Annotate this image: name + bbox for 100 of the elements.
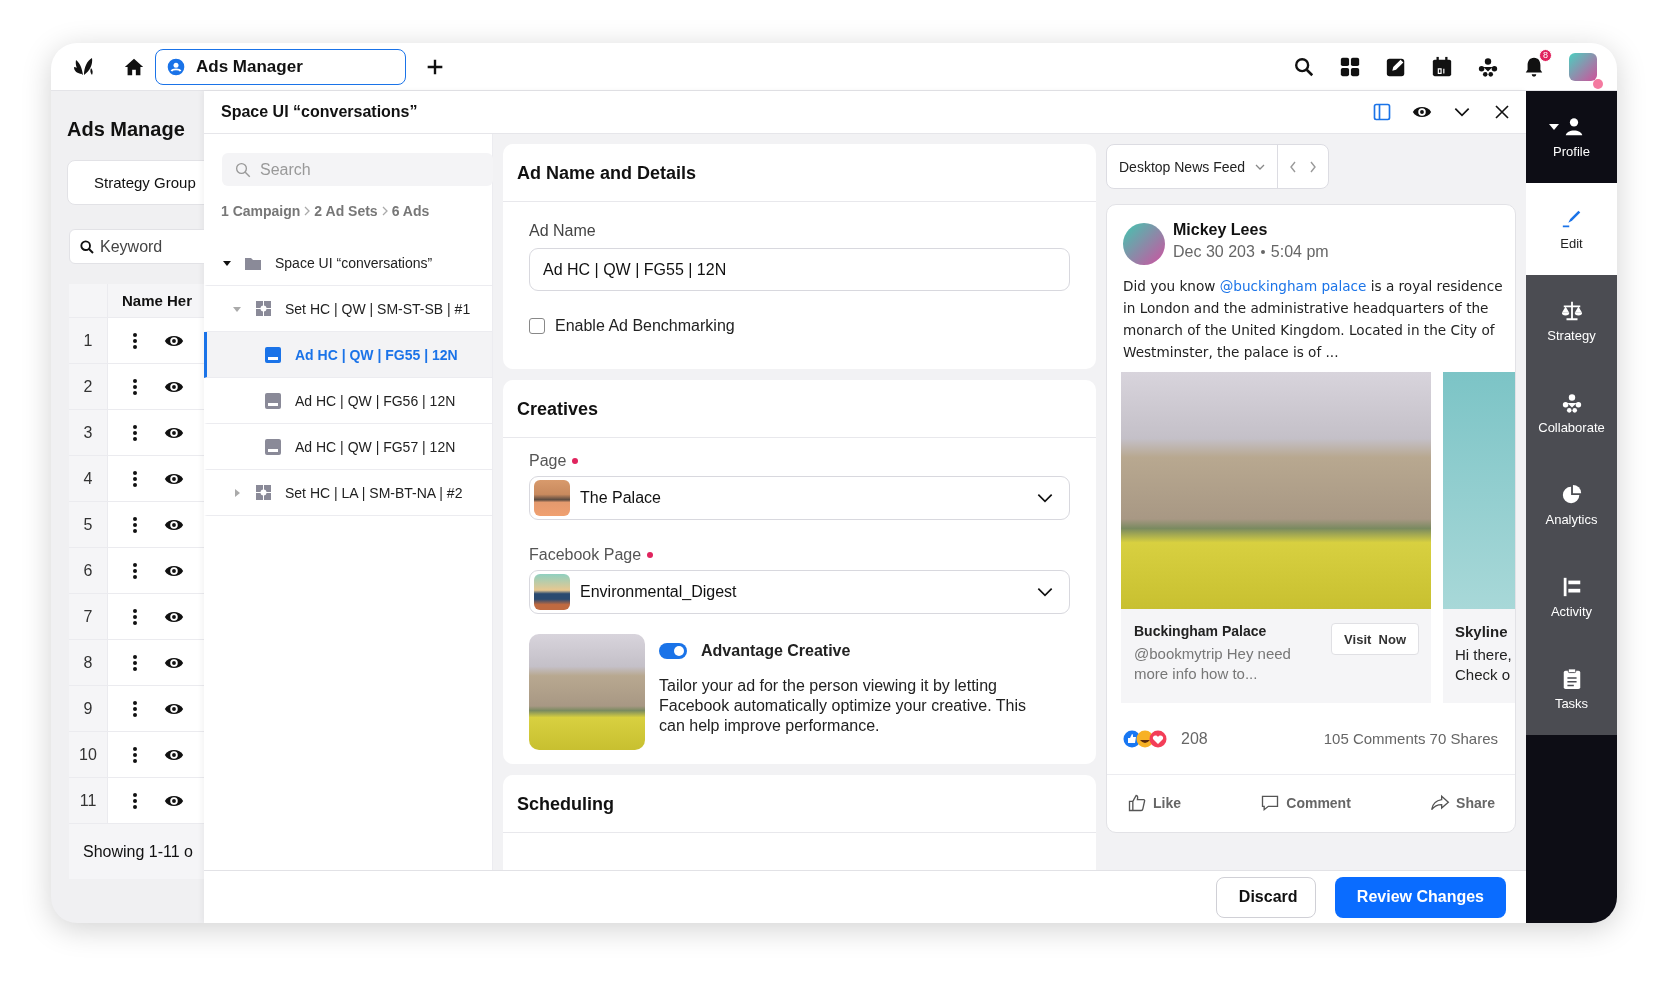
reactions-icon xyxy=(1123,728,1169,749)
kebab-icon[interactable] xyxy=(132,423,138,442)
tree-item[interactable]: Ad HC | QW | FG57 | 12N xyxy=(204,424,492,470)
carousel-title: Skyline xyxy=(1455,623,1509,640)
post-text: Did you know @buckingham palace is a royal residence in London and the administrative headquarters of the monarch of the United Kingdom. Located in the City of Westminster, the palace is of ... xyxy=(1123,277,1504,362)
author-name: Mickey Lees xyxy=(1173,221,1269,239)
share-icon xyxy=(1430,792,1451,813)
filter-chip[interactable]: Strategy Group xyxy=(67,160,204,205)
rail-item[interactable]: Tasks xyxy=(1526,643,1617,735)
kebab-icon[interactable] xyxy=(132,745,138,764)
review-changes-button[interactable]: Review Changes xyxy=(1334,876,1506,918)
ad-icon xyxy=(264,438,282,455)
kebab-icon[interactable] xyxy=(132,469,138,488)
ad-icon xyxy=(264,346,282,363)
carousel-title: Buckingham Palace xyxy=(1134,623,1268,639)
cta-button[interactable]: Visit Now xyxy=(1331,623,1419,655)
row-number: 10 xyxy=(69,732,108,777)
keyword-field[interactable]: Keyword xyxy=(69,229,204,264)
page-thumbnail xyxy=(534,574,570,610)
post-action-button[interactable]: Share xyxy=(1430,792,1495,813)
row-number: 9 xyxy=(69,686,108,731)
checkbox-label: Enable Ad Benchmarking xyxy=(555,317,735,335)
section-title: Scheduling xyxy=(503,775,1096,833)
notification-badge: 8 xyxy=(1539,48,1552,62)
row-number: 2 xyxy=(69,364,108,409)
carousel-description: @bookmytrip Hey need more info how to... xyxy=(1134,644,1292,684)
pie-chart-icon xyxy=(1560,483,1583,506)
kebab-icon[interactable] xyxy=(132,377,138,396)
grid-icon xyxy=(254,300,272,317)
scales-icon xyxy=(1560,299,1583,322)
rail-item[interactable]: Strategy xyxy=(1526,275,1617,367)
tree-item[interactable]: Ad HC | QW | FG56 | 12N xyxy=(204,378,492,424)
field-label: Facebook Page xyxy=(529,546,642,564)
post-time: 5:04 pm xyxy=(1270,243,1329,261)
grid-icon[interactable] xyxy=(1339,55,1361,78)
chevron-right-icon xyxy=(303,205,312,217)
row-number: 3 xyxy=(69,410,108,455)
row-number: 4 xyxy=(69,456,108,501)
page-select[interactable]: Environmental_Digest xyxy=(529,570,1070,614)
tree-item[interactable]: Space UI “conversations” xyxy=(204,240,492,286)
column-header: Name Her xyxy=(121,291,193,311)
post-action-button[interactable]: Comment xyxy=(1260,792,1351,813)
section-title: Ad Name and Details xyxy=(503,144,1096,202)
kebab-icon[interactable] xyxy=(132,791,138,810)
rail-item[interactable]: Activity xyxy=(1526,551,1617,643)
thumbs-up-icon xyxy=(1127,792,1147,813)
field-label: Page xyxy=(529,452,567,470)
row-number: 1 xyxy=(69,318,108,363)
carousel-description: Hi there, Check o xyxy=(1455,645,1513,685)
breadcrumb-link[interactable]: 1 Campaign xyxy=(221,203,301,219)
kebab-icon[interactable] xyxy=(132,561,138,580)
breadcrumb-link[interactable]: 6 Ads xyxy=(391,203,430,219)
ad-icon xyxy=(264,392,282,409)
breadcrumb-link[interactable]: 2 Ad Sets xyxy=(314,203,378,219)
kebab-icon[interactable] xyxy=(132,699,138,718)
app-tab[interactable]: Ads Manager xyxy=(155,48,406,85)
kebab-icon[interactable] xyxy=(132,653,138,672)
gear-person-icon xyxy=(166,56,186,77)
field-label: Ad Name xyxy=(529,222,597,240)
row-number: 6 xyxy=(69,548,108,593)
rail-item[interactable]: Analytics xyxy=(1526,459,1617,551)
rail-item[interactable]: Edit xyxy=(1526,183,1617,275)
search-icon xyxy=(234,161,252,179)
search-icon xyxy=(79,239,95,255)
page-thumbnail xyxy=(534,480,570,516)
ad-name-field[interactable]: Ad HC | QW | FG55 | 12N xyxy=(529,248,1070,291)
kebab-icon[interactable] xyxy=(132,515,138,534)
row-number: 7 xyxy=(69,594,108,639)
panel-icon[interactable] xyxy=(1371,101,1393,123)
post-action-button[interactable]: Like xyxy=(1127,792,1181,813)
toggle-label: Advantage Creative xyxy=(701,642,851,660)
status-dot xyxy=(1593,78,1603,89)
search-icon[interactable] xyxy=(1293,55,1315,78)
separator-dot xyxy=(1260,250,1265,254)
people-icon[interactable] xyxy=(1477,55,1499,78)
page-select[interactable]: The Palace xyxy=(529,476,1070,520)
page-title: Ads Manage xyxy=(67,117,186,142)
reaction-count: 208 xyxy=(1181,729,1208,748)
calendar-icon[interactable] xyxy=(1431,55,1453,78)
tree-item[interactable]: Set HC | LA | SM-BT-NA | #2 xyxy=(204,470,492,516)
chevron-right-icon xyxy=(380,205,389,217)
search-field[interactable]: Search xyxy=(222,153,493,186)
discard-button[interactable]: Discard xyxy=(1215,876,1316,918)
avatar[interactable] xyxy=(1569,52,1597,81)
bell-icon[interactable] xyxy=(1523,55,1545,78)
post-date: Dec 30 203 xyxy=(1173,243,1255,261)
engagement-count: 105 Comments 70 Shares xyxy=(1323,730,1498,747)
rail-item[interactable]: Collaborate xyxy=(1526,367,1617,459)
tree-item[interactable]: Ad HC | QW | FG55 | 12N xyxy=(204,332,492,378)
kebab-icon[interactable] xyxy=(132,331,138,350)
section-title: Creatives xyxy=(503,380,1096,438)
kebab-icon[interactable] xyxy=(132,607,138,626)
checkbox[interactable] xyxy=(529,318,545,334)
row-number: 11 xyxy=(69,778,108,823)
toggle-switch[interactable] xyxy=(659,643,687,659)
row-number: 8 xyxy=(69,640,108,685)
avatar xyxy=(1123,223,1165,265)
mention-link[interactable]: @buckingham palace xyxy=(1219,278,1367,294)
people-icon xyxy=(1560,391,1583,414)
grid-icon xyxy=(254,484,272,501)
